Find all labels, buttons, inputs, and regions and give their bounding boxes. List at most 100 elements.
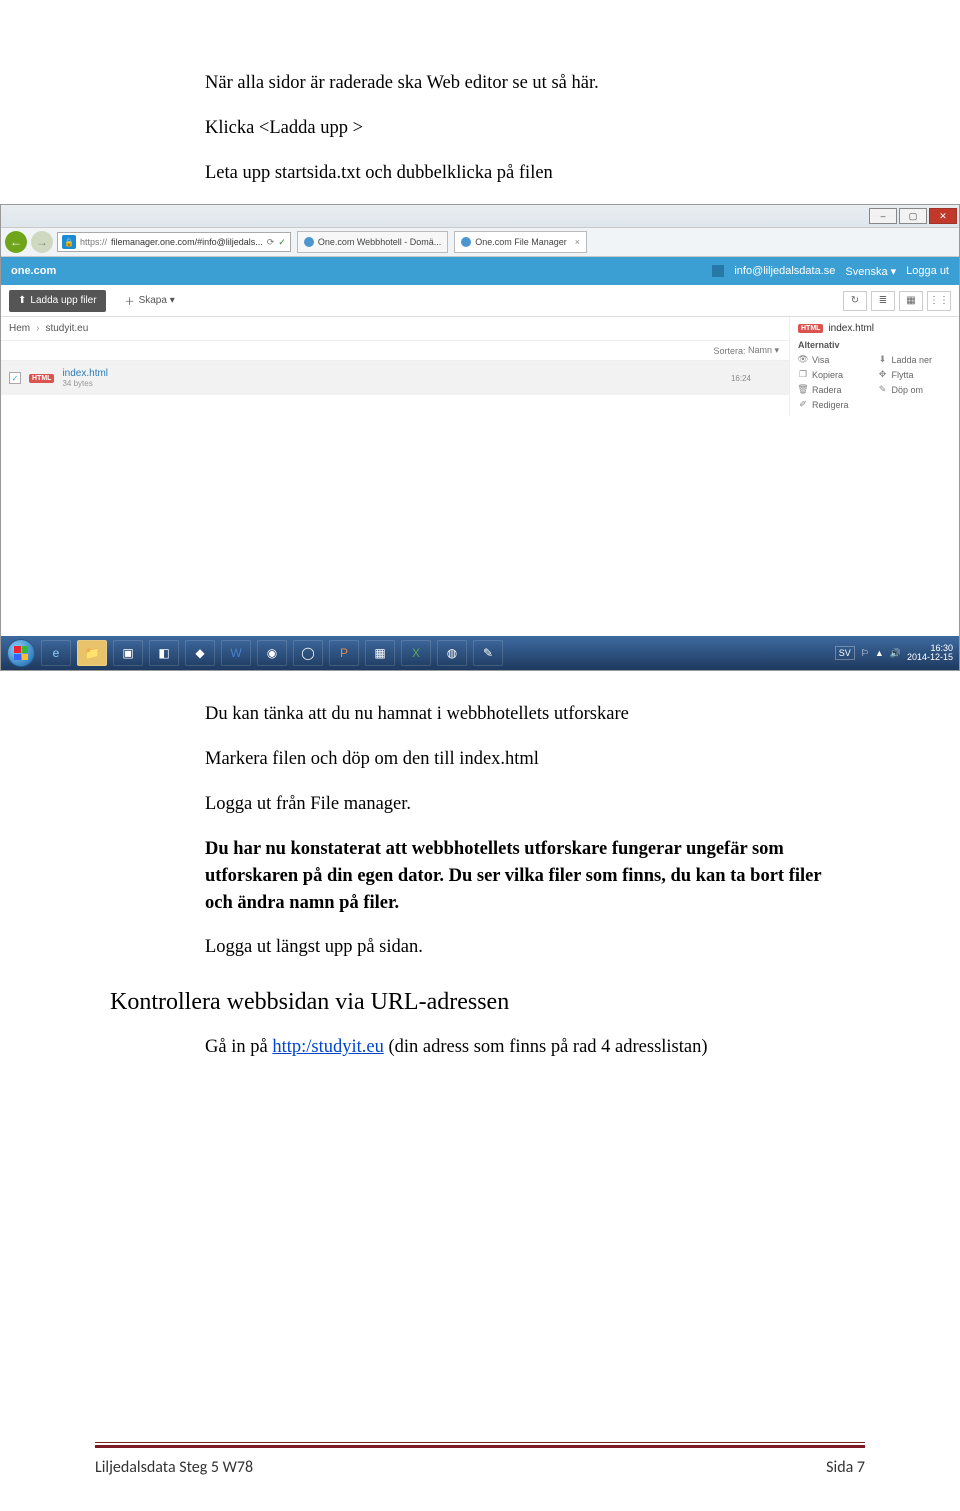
reload-button[interactable]: ↻	[843, 291, 867, 311]
url-text: filemanager.one.com/#info@liljedals...	[111, 237, 263, 247]
tab-label: One.com Webbhotell - Domä...	[318, 237, 441, 247]
paragraph: Du kan tänka att du nu hamnat i webbhote…	[205, 701, 850, 728]
taskbar-app-icon[interactable]: ▣	[113, 640, 143, 666]
taskbar-explorer-icon[interactable]: 📁	[77, 640, 107, 666]
action-edit[interactable]: ✐Redigera	[798, 399, 872, 410]
logout-link[interactable]: Logga ut	[906, 265, 949, 277]
create-button[interactable]: ＋ Skapa ▾	[116, 290, 184, 312]
pencil-icon: ✎	[878, 384, 888, 395]
window-close-button[interactable]: ✕	[929, 208, 957, 224]
view-grid-button[interactable]: ▦	[899, 291, 923, 311]
breadcrumb-home[interactable]: Hem	[9, 323, 30, 334]
copy-icon: ❐	[798, 369, 808, 380]
file-time: 16:24	[731, 374, 751, 383]
nav-back-button[interactable]: ←	[5, 231, 27, 253]
taskbar-clock[interactable]: 16:30 2014-12-15	[907, 644, 953, 664]
action-delete[interactable]: 🗑Radera	[798, 384, 872, 395]
taskbar-app-icon[interactable]: ◆	[185, 640, 215, 666]
nav-forward-button[interactable]: →	[31, 231, 53, 253]
action-view[interactable]: 👁Visa	[798, 354, 872, 365]
file-checkbox[interactable]: ✓	[9, 372, 21, 384]
taskbar-app-icon[interactable]: ◉	[257, 640, 287, 666]
taskbar-date: 2014-12-15	[907, 653, 953, 663]
window-minimize-button[interactable]: –	[869, 208, 897, 224]
text-fragment: (din adress som finns på rad 4 adresslis…	[384, 1037, 708, 1057]
taskbar-chrome-icon[interactable]: ◯	[293, 640, 323, 666]
trash-icon: 🗑	[798, 384, 808, 395]
browser-tab[interactable]: One.com Webbhotell - Domä...	[297, 231, 448, 253]
tray-up-icon[interactable]: ▲	[875, 648, 884, 658]
tray-volume-icon[interactable]: 🔊	[890, 648, 901, 659]
action-rename[interactable]: ✎Döp om	[878, 384, 952, 395]
browser-tab-active[interactable]: One.com File Manager ×	[454, 231, 587, 253]
taskbar-excel-icon[interactable]: X	[401, 640, 431, 666]
upload-label: Ladda upp filer	[30, 295, 96, 306]
taskbar-app-icon[interactable]: ◧	[149, 640, 179, 666]
url-scheme: https://	[80, 237, 107, 247]
plus-icon: ＋	[125, 293, 135, 308]
tab-label: One.com File Manager	[475, 237, 567, 247]
file-type-badge: HTML	[29, 374, 54, 383]
start-button[interactable]	[7, 639, 35, 667]
brand-logo: one.com	[11, 265, 56, 277]
taskbar-powerpoint-icon[interactable]: P	[329, 640, 359, 666]
breadcrumb-folder[interactable]: studyit.eu	[45, 323, 88, 334]
browser-navbar: ← → 🔒 https:// filemanager.one.com/#info…	[1, 227, 959, 257]
user-icon	[712, 265, 724, 277]
tray-flag-icon[interactable]: ⚐	[861, 648, 869, 659]
lock-icon: 🔒	[62, 235, 76, 249]
file-name: index.html	[62, 368, 108, 379]
empty-area	[1, 416, 959, 636]
action-copy[interactable]: ❐Kopiera	[798, 369, 872, 380]
file-toolbar: ⬆ Ladda upp filer ＋ Skapa ▾ ↻ ≣ ▦ ⋮⋮	[1, 285, 959, 317]
action-move[interactable]: ✥Flytta	[878, 369, 952, 380]
taskbar-app-icon[interactable]: ◍	[437, 640, 467, 666]
file-type-badge: HTML	[798, 324, 823, 333]
page-footer: Liljedalsdata Steg 5 W78 Sida 7	[110, 1445, 850, 1477]
taskbar-app-icon[interactable]: ✎	[473, 640, 503, 666]
file-size: 34 bytes	[62, 379, 108, 388]
cert-icon: ✓	[278, 237, 286, 248]
chevron-right-icon: ›	[36, 323, 39, 334]
upload-icon: ⬆	[18, 295, 26, 306]
study-link[interactable]: http:/studyit.eu	[272, 1037, 384, 1057]
taskbar-word-icon[interactable]: W	[221, 640, 251, 666]
side-section-title: Alternativ	[798, 340, 951, 350]
action-download[interactable]: ⬇Ladda ner	[878, 354, 952, 365]
view-tiles-button[interactable]: ⋮⋮	[927, 291, 951, 311]
refresh-icon[interactable]: ⟳	[267, 237, 275, 248]
section-heading: Kontrollera webbsidan via URL-adressen	[110, 989, 850, 1016]
windows-logo-icon	[14, 646, 28, 660]
paragraph: Markera filen och döp om den till index.…	[205, 746, 850, 773]
paragraph: Klicka <Ladda upp >	[205, 115, 850, 142]
taskbar-ie-icon[interactable]: e	[41, 640, 71, 666]
brand-banner: one.com info@liljedalsdata.se Svenska ▾ …	[1, 257, 959, 285]
favicon-icon	[461, 237, 471, 247]
sort-label: Sortera:	[713, 346, 745, 356]
window-titlebar: – ▢ ✕	[1, 205, 959, 227]
address-bar[interactable]: 🔒 https:// filemanager.one.com/#info@lil…	[57, 232, 291, 252]
window-maximize-button[interactable]: ▢	[899, 208, 927, 224]
language-dropdown[interactable]: Svenska ▾	[845, 265, 896, 278]
breadcrumb: Hem › studyit.eu	[1, 317, 789, 341]
file-row[interactable]: ✓ HTML index.html 34 bytes 16:24	[1, 361, 789, 395]
move-icon: ✥	[878, 369, 888, 380]
sort-row: Sortera: Namn ▾	[1, 341, 789, 361]
paragraph: Leta upp startsida.txt och dubbelklicka …	[205, 160, 850, 187]
view-list-button[interactable]: ≣	[871, 291, 895, 311]
paragraph: När alla sidor är raderade ska Web edito…	[205, 70, 850, 97]
footer-right: Sida 7	[826, 1458, 865, 1477]
paragraph: Logga ut längst upp på sidan.	[205, 934, 850, 961]
sort-dropdown[interactable]: Namn ▾	[748, 345, 779, 356]
paragraph: Logga ut från File manager.	[205, 791, 850, 818]
taskbar-app-icon[interactable]: ▦	[365, 640, 395, 666]
upload-button[interactable]: ⬆ Ladda upp filer	[9, 290, 106, 312]
paragraph: Gå in på http:/studyit.eu (din adress so…	[205, 1034, 850, 1061]
file-side-panel: HTML index.html Alternativ 👁Visa ⬇Ladda …	[789, 317, 959, 416]
file-manager-body: Hem › studyit.eu Sortera: Namn ▾ ✓ HTML …	[1, 317, 959, 416]
eye-icon: 👁	[798, 354, 808, 365]
side-file-name: index.html	[828, 323, 874, 334]
language-indicator[interactable]: SV	[835, 646, 855, 660]
create-label: Skapa ▾	[139, 295, 175, 306]
tab-close-icon[interactable]: ×	[575, 237, 580, 247]
